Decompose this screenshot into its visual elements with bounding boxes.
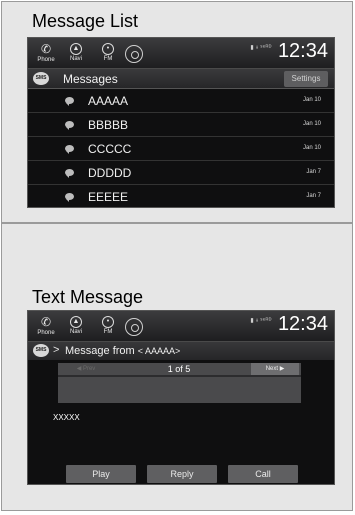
fm-label: FM — [103, 329, 113, 335]
clock: 12:34 — [277, 313, 328, 335]
clock: 12:34 — [277, 40, 328, 62]
message-date: Jan 10 — [302, 145, 321, 151]
message-sender: CCCCC — [88, 142, 132, 156]
sms-icon[interactable]: SMS — [33, 344, 49, 357]
fm-icon: • — [102, 316, 114, 328]
message-bubble-icon — [65, 121, 74, 130]
audio-icon[interactable] — [125, 318, 143, 336]
phone-label: Phone — [37, 330, 55, 336]
phone-button[interactable]: ✆ Phone — [32, 40, 60, 66]
status-bar: ✆ Phone ▲ Navi • FM ▮ ᵻ ˢᵉᴿᴰ 12:34 — [28, 38, 334, 69]
message-date: Jan 10 — [302, 121, 321, 127]
phone-icon: ✆ — [40, 42, 52, 56]
phone-button[interactable]: ✆ Phone — [32, 313, 60, 339]
message-sender: DDDDD — [88, 166, 132, 180]
navi-icon: ▲ — [70, 316, 82, 328]
settings-button[interactable]: Settings — [284, 71, 328, 87]
navi-icon: ▲ — [70, 43, 82, 55]
audio-icon[interactable] — [125, 45, 143, 63]
message-bubble-icon — [65, 97, 74, 106]
status-bar: ✆ Phone ▲ Navi • FM ▮ ᵻ ˢᵉᴿᴰ 12:34 — [28, 311, 334, 342]
sms-icon: SMS — [33, 72, 49, 85]
message-header: SMS > Message from < AAAAA> — [28, 342, 334, 360]
message-list-item[interactable]: DDDDD Jan 7 — [28, 161, 334, 185]
section-title-message-list: Message List — [32, 11, 139, 31]
message-date: Jan 7 — [306, 193, 321, 199]
messages-title: Messages — [63, 72, 118, 86]
play-button[interactable]: Play — [66, 465, 136, 483]
status-indicators: ▮ ᵻ ˢᵉᴿᴰ — [250, 45, 272, 51]
page-of: of — [172, 364, 186, 374]
message-bubble-icon — [65, 145, 74, 154]
status-indicators: ▮ ᵻ ˢᵉᴿᴰ — [250, 318, 272, 324]
divider — [58, 375, 301, 377]
phone-label: Phone — [37, 57, 55, 63]
message-bubble-icon — [65, 169, 74, 178]
navi-label: Navi — [69, 329, 82, 335]
fm-button[interactable]: • FM — [94, 313, 122, 339]
message-sender: EEEEE — [88, 190, 129, 204]
message-list-item[interactable]: BBBBB Jan 10 — [28, 113, 334, 137]
fm-button[interactable]: • FM — [94, 40, 122, 66]
prev-button[interactable]: ◀ Prev — [58, 363, 114, 375]
message-from-label: Message from — [65, 345, 138, 357]
call-button[interactable]: Call — [228, 465, 298, 483]
reply-button[interactable]: Reply — [147, 465, 217, 483]
message-sender: AAAAA — [88, 94, 129, 108]
next-button[interactable]: Next ▶ — [251, 363, 299, 375]
chevron-right-icon: > — [53, 344, 60, 356]
message-date: Jan 7 — [306, 169, 321, 175]
fm-label: FM — [103, 56, 113, 62]
fm-icon: • — [102, 43, 114, 55]
messages-header: SMS Messages Settings — [28, 69, 334, 89]
message-sender: BBBBB — [88, 118, 129, 132]
message-list-screen: ✆ Phone ▲ Navi • FM ▮ ᵻ ˢᵉᴿᴰ 12:34 SMS M… — [27, 37, 335, 208]
navi-button[interactable]: ▲ Navi — [62, 40, 90, 66]
message-list-item[interactable]: AAAAA Jan 10 — [28, 89, 334, 113]
message-list-item[interactable]: CCCCC Jan 10 — [28, 137, 334, 161]
section-title-text-message: Text Message — [32, 287, 144, 307]
text-message-screen: ✆ Phone ▲ Navi • FM ▮ ᵻ ˢᵉᴿᴰ 12:34 SMS >… — [27, 310, 335, 485]
navi-label: Navi — [69, 56, 82, 62]
message-body: XXXXX — [53, 413, 80, 422]
message-list-item[interactable]: EEEEE Jan 7 — [28, 185, 334, 207]
phone-icon: ✆ — [40, 315, 52, 329]
total-pages: 5 — [185, 364, 191, 374]
page-counter: 1 of 5 — [154, 363, 204, 375]
message-bubble-icon — [65, 193, 74, 202]
message-date: Jan 10 — [302, 97, 321, 103]
message-actions: Play Reply Call — [28, 465, 334, 484]
message-pager: ◀ Prev 1 of 5 Next ▶ — [58, 363, 301, 403]
message-sender: < AAAAA> — [137, 346, 181, 356]
navi-button[interactable]: ▲ Navi — [62, 313, 90, 339]
message-from: Message from < AAAAA> — [65, 345, 180, 357]
